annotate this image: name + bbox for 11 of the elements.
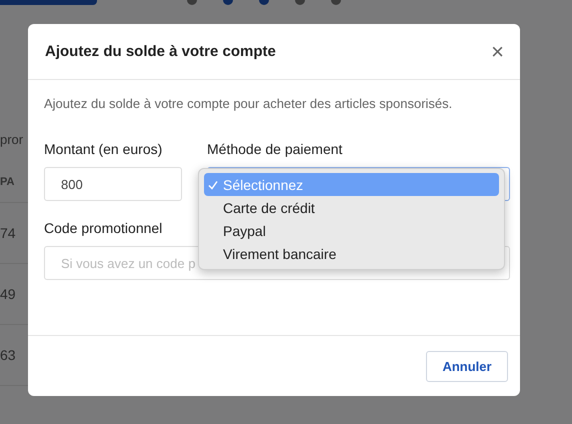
field-label: Méthode de paiement (207, 141, 342, 157)
field-label: Montant (en euros) (44, 141, 162, 157)
cancel-button[interactable]: Annuler (426, 350, 508, 382)
amount-field[interactable]: 800 (44, 167, 182, 201)
dialog-title: Ajoutez du solde à votre compte (45, 43, 276, 60)
close-button[interactable]: × (487, 38, 508, 64)
check-icon (208, 180, 218, 190)
description-text: Ajoutez du solde à votre compte pour acheter des articles sponsorisés. (44, 96, 454, 111)
dropdown-option[interactable]: Paypal (204, 219, 499, 242)
dropdown-option[interactable]: Carte de crédit (204, 196, 499, 219)
dropdown-option[interactable]: Virement bancaire (204, 242, 499, 265)
